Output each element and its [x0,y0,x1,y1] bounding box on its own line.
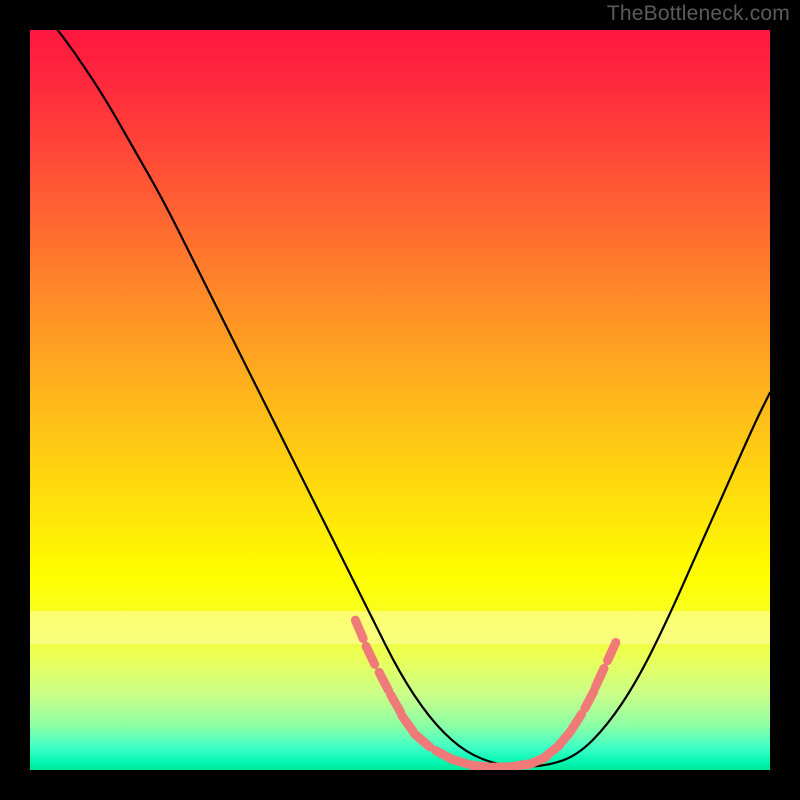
watermark-text: TheBottleneck.com [607,2,790,26]
chart-svg [30,30,770,770]
highlight-dash [596,668,604,686]
highlight-dash [608,643,616,661]
highlight-dashes [355,620,615,767]
highlight-dash [415,734,430,747]
main-curve [30,30,770,766]
highlight-dash [366,646,375,664]
chart-stage: TheBottleneck.com [0,0,800,800]
highlight-dash [355,620,363,638]
curve-layer [30,30,770,766]
highlight-dash [571,714,582,731]
highlight-dash [402,715,414,731]
highlight-dash [379,672,388,690]
plot-area [30,30,770,770]
highlight-dash [585,691,594,709]
highlight-dash [391,695,401,712]
